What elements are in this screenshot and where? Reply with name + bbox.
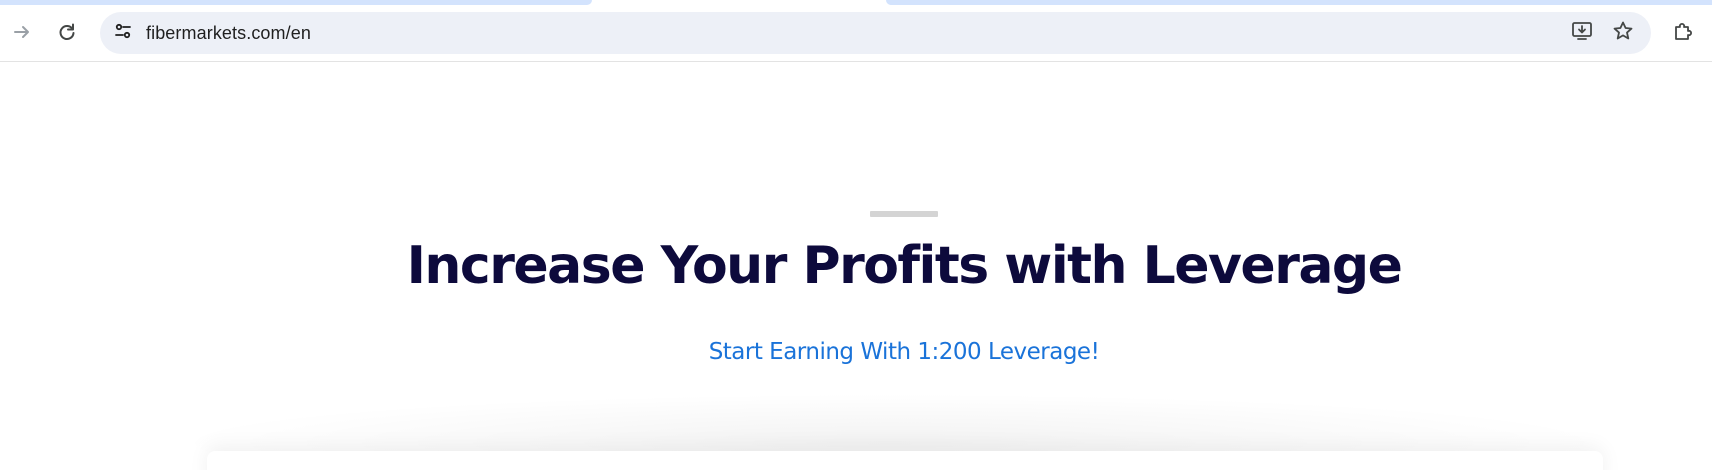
content-card xyxy=(207,451,1603,470)
site-info-button[interactable] xyxy=(108,18,138,48)
hero-subtitle: Start Earning With 1:200 Leverage! xyxy=(708,339,1100,365)
install-app-icon xyxy=(1571,21,1593,46)
forward-button[interactable] xyxy=(4,14,40,50)
bookmark-button[interactable] xyxy=(1608,18,1638,48)
browser-toolbar: fibermarkets.com/en xyxy=(0,5,1712,62)
install-app-button[interactable] xyxy=(1567,18,1597,48)
puzzle-icon xyxy=(1672,21,1694,48)
page-content: Increase Your Profits with Leverage Star… xyxy=(0,63,1712,470)
tune-icon xyxy=(114,22,132,45)
reload-icon xyxy=(57,22,77,42)
url-text[interactable]: fibermarkets.com/en xyxy=(146,23,311,44)
address-bar[interactable]: fibermarkets.com/en xyxy=(100,12,1651,54)
extensions-button[interactable] xyxy=(1668,19,1698,49)
star-icon xyxy=(1612,20,1634,47)
section-divider xyxy=(870,211,938,217)
arrow-right-icon xyxy=(12,22,32,42)
reload-button[interactable] xyxy=(49,14,85,50)
hero-title: Increase Your Profits with Leverage xyxy=(406,236,1403,296)
